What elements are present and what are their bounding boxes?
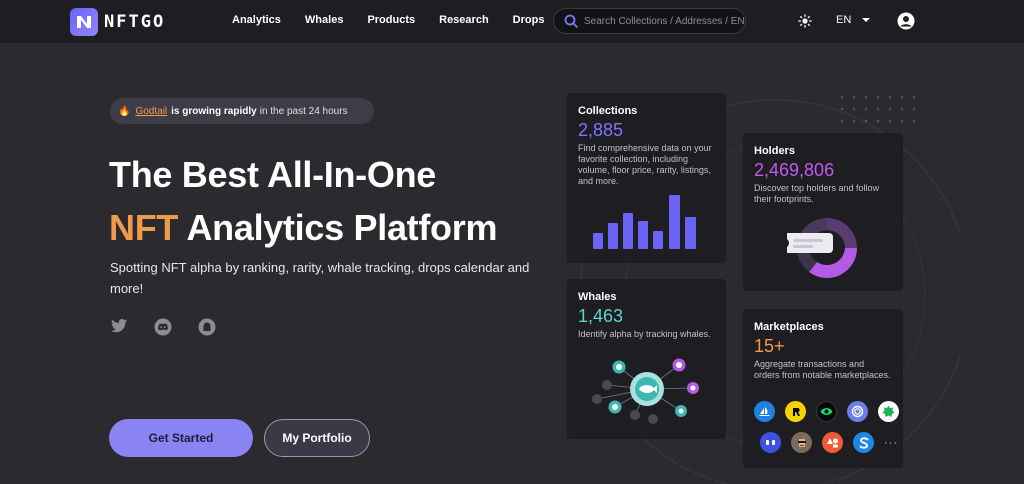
language-selector[interactable]: EN — [836, 14, 871, 26]
nav-links: Analytics Whales Products Research Drops — [232, 14, 568, 26]
collections-bar-illustration — [593, 195, 696, 249]
holders-donut-illustration — [787, 218, 857, 278]
whales-card[interactable]: Whales 1,463 Identify alpha by tracking … — [567, 279, 726, 439]
holders-count: 2,469,806 — [754, 160, 835, 180]
nav-link-products[interactable]: Products — [367, 14, 415, 26]
collections-count: 2,885 — [578, 120, 624, 140]
nav-link-drops[interactable]: Drops — [513, 14, 545, 26]
logo-text: NFTGO — [104, 12, 166, 32]
social-links — [110, 318, 242, 336]
rarible-icon — [785, 401, 806, 422]
collections-title: Collections — [578, 105, 638, 117]
looksrare-icon — [816, 401, 837, 422]
chevron-down-icon — [862, 18, 871, 22]
nav-link-research[interactable]: Research — [439, 14, 489, 26]
more-marketplaces-indicator: ··· — [884, 436, 898, 449]
hero-title-accent: NFT — [109, 207, 179, 248]
whales-description: Identify alpha by tracking whales. — [578, 329, 711, 339]
whales-title: Whales — [578, 291, 617, 303]
logo[interactable]: NFTGO — [70, 8, 165, 36]
marketplaces-description: Aggregate transactions and orders from n… — [754, 359, 891, 380]
holders-description: Discover top holders and follow their fo… — [754, 183, 880, 204]
marketplace-logos-row1 — [754, 401, 909, 422]
search-bar[interactable] — [553, 8, 746, 34]
cryptopunks-icon — [791, 432, 812, 453]
collections-description: Find comprehensive data on your favorite… — [578, 143, 712, 186]
nav-link-whales[interactable]: Whales — [305, 14, 344, 26]
user-account-icon[interactable] — [897, 12, 915, 30]
holders-card[interactable]: Holders 2,469,806 Discover top holders a… — [743, 133, 903, 291]
discord-icon[interactable] — [154, 318, 172, 336]
marketplace-logos-row2: ··· — [760, 432, 898, 453]
trending-collection-link[interactable]: Godtail — [135, 106, 167, 117]
hero-title-line2-rest: Analytics Platform — [178, 207, 498, 248]
blur-icon — [760, 432, 781, 453]
nftx-icon — [878, 401, 899, 422]
whale-network-illustration — [592, 358, 699, 424]
marketplaces-count: 15+ — [754, 336, 785, 356]
sudoswap-icon — [853, 432, 874, 453]
whales-count: 1,463 — [578, 306, 624, 326]
hero-subtitle: Spotting NFT alpha by ranking, rarity, w… — [110, 260, 530, 296]
opensea-icon — [754, 401, 775, 422]
x2y2-icon — [847, 401, 868, 422]
trending-status: is growing rapidly — [171, 105, 257, 117]
theme-toggle-sun-icon[interactable] — [798, 14, 812, 28]
language-label: EN — [836, 14, 852, 26]
logo-mark-icon — [70, 8, 98, 36]
trending-badge[interactable]: 🔥 Godtail is growing rapidly in the past… — [110, 98, 374, 124]
twitter-icon[interactable] — [110, 318, 128, 334]
hero-title-line2: NFT Analytics Platform — [109, 207, 497, 249]
marketplaces-title: Marketplaces — [754, 321, 824, 333]
dot-grid-decoration — [840, 95, 916, 123]
marketplaces-card[interactable]: Marketplaces 15+ Aggregate transactions … — [743, 309, 903, 468]
ghost-icon[interactable] — [198, 318, 216, 336]
collections-card[interactable]: Collections 2,885 Find comprehensive dat… — [567, 93, 726, 263]
search-input[interactable] — [584, 15, 744, 27]
trending-period: in the past 24 hours — [259, 105, 348, 117]
get-started-button[interactable]: Get Started — [109, 419, 253, 457]
search-icon — [564, 14, 578, 28]
hero-title-line1: The Best All-In-One — [109, 154, 436, 195]
my-portfolio-button[interactable]: My Portfolio — [264, 419, 370, 457]
top-navbar: NFTGO Analytics Whales Products Research… — [0, 0, 1024, 43]
foundation-icon — [822, 432, 843, 453]
fire-icon: 🔥 — [118, 105, 131, 117]
nav-link-analytics[interactable]: Analytics — [232, 14, 281, 26]
holders-title: Holders — [754, 145, 795, 157]
